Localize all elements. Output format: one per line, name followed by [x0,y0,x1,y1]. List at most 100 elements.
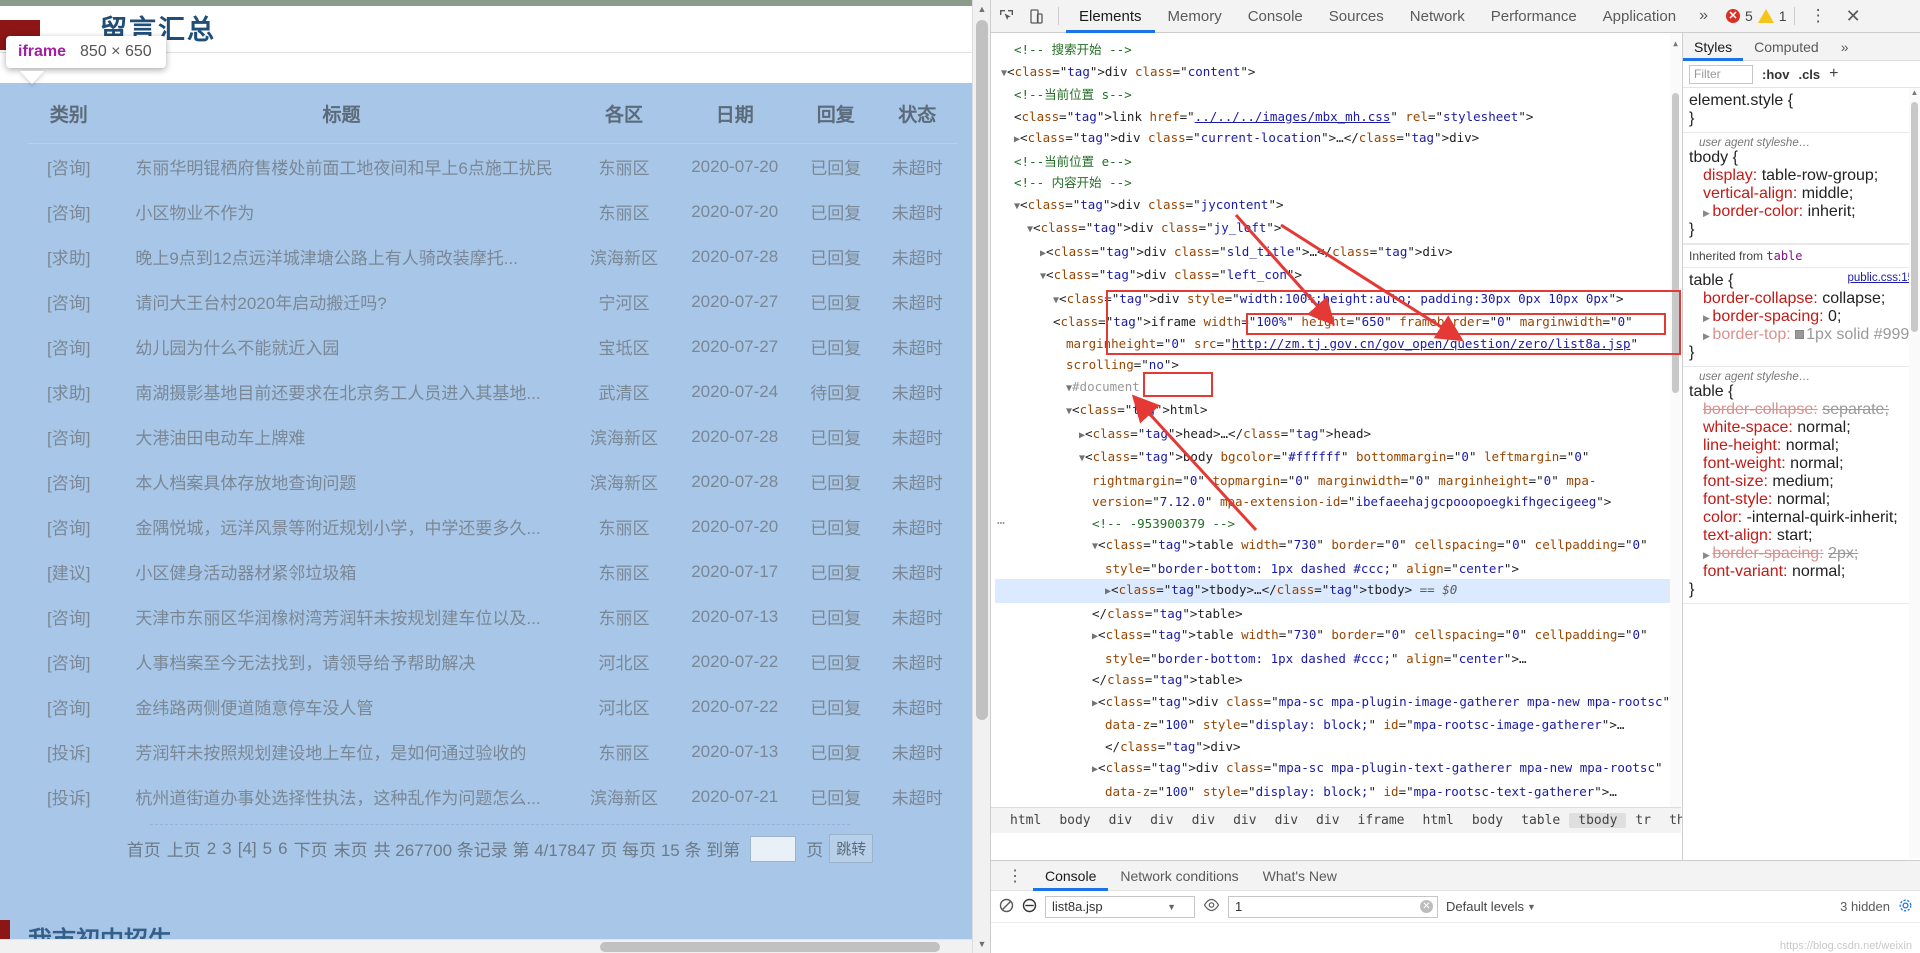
table-row[interactable]: [咨询] 东丽华明锟栖府售楼处前面工地夜间和早上6点施工扰民 东丽区 2020-07-… [28,144,958,190]
twisty-open-icon[interactable]: ▼ [1053,295,1059,306]
breadcrumb-tr[interactable]: tr [1626,813,1660,828]
tab-sources[interactable]: Sources [1316,0,1397,33]
dom-node-selected[interactable]: ▶<class="tag">tbody>…</class="tag">tbody… [995,579,1681,603]
dom-tree[interactable]: <!-- 搜索开始 --> ▼<class="tag">div class="co… [991,33,1681,833]
devtools-close-icon[interactable]: ✕ [1836,6,1871,27]
breadcrumb-body[interactable]: body [1050,813,1099,828]
dom-scrollbar-thumb[interactable] [1672,93,1679,393]
css-value[interactable]: start; [1777,527,1813,544]
css-declaration[interactable]: line-height: normal; [1689,437,1914,455]
css-value[interactable]: normal; [1792,563,1845,580]
styles-tab-strip[interactable]: Styles Computed » [1683,33,1920,61]
dom-node[interactable]: ▶<class="tag">head>…</class="tag">head> [995,423,1681,447]
tab-performance[interactable]: Performance [1478,0,1590,33]
iframe-src-link[interactable]: http://zm.tj.gov.cn/gov_open/question/ze… [1232,336,1631,351]
pager-page-2[interactable]: 2 [207,839,216,859]
css-declaration[interactable]: white-space: normal; [1689,419,1914,437]
table-row[interactable]: [咨询] 本人档案具体存放地查询问题 滨海新区 2020-07-28 已回复 未超时 [28,459,958,504]
new-style-rule-icon[interactable]: + [1829,65,1838,83]
css-value[interactable]: normal; [1777,491,1830,508]
css-value[interactable]: middle; [1802,185,1854,202]
css-value[interactable]: collapse; [1822,290,1885,307]
tab-computed[interactable]: Computed [1743,33,1830,61]
pager-page-4[interactable]: [4] [238,839,257,859]
twisty-closed-icon[interactable]: ▶ [1079,430,1085,441]
css-value[interactable]: separate; [1822,401,1889,418]
dom-scrollbar[interactable]: ▲ ▼ [1670,33,1681,833]
page-vertical-scrollbar[interactable]: ▲ ▼ [972,0,990,953]
css-value[interactable]: normal; [1790,455,1843,472]
dom-node[interactable]: <!-- 内容开始 --> [995,172,1681,194]
drawer-tab-whats-new[interactable]: What's New [1251,861,1349,891]
cell-title[interactable]: 金隅悦城，远洋风景等附近规划小学，中学还要多久... [109,504,573,549]
dom-node[interactable]: <!--当前位置 s--> [995,84,1681,106]
css-value[interactable]: table-row-group; [1762,167,1879,184]
table-row[interactable]: [投诉] 杭州道街道办事处选择性执法，这种乱作为问题怎么... 滨海新区 2020-0… [28,774,958,819]
breadcrumb-div[interactable]: div [1307,813,1348,828]
twisty-closed-icon[interactable]: ▶ [1092,764,1098,775]
drawer-tab-strip[interactable]: ⋮ Console Network conditions What's New [991,861,1920,891]
styles-tabs-overflow-icon[interactable]: » [1830,33,1860,61]
table-row[interactable]: [咨询] 人事档案至今无法找到，请领导给予帮助解决 河北区 2020-07-22 已回复… [28,639,958,684]
twisty-closed-icon[interactable]: ▶ [1105,586,1111,597]
devtools-settings-kebab-icon[interactable]: ⋮ [1802,6,1836,26]
dom-node[interactable]: <class="tag">iframe width="100%" height=… [995,311,1681,376]
expand-icon[interactable]: ▶ [1703,550,1712,560]
hov-toggle[interactable]: :hov [1762,67,1789,82]
cell-title[interactable]: 芳润轩未按照规划建设地上车位，是如何通过验收的 [109,729,573,774]
clear-filter-icon[interactable]: ✕ [1420,900,1433,913]
drawer-tab-console[interactable]: Console [1033,861,1108,891]
rule-selector[interactable]: element.style { [1689,92,1914,110]
dom-node[interactable]: <class="tag">link href="../../../images/… [995,106,1681,128]
css-declaration[interactable]: display: table-row-group; [1689,167,1914,185]
console-levels-select[interactable]: Default levels ▼ [1446,899,1536,914]
tab-memory[interactable]: Memory [1155,0,1235,33]
pager-page-5[interactable]: 5 [263,839,272,859]
breadcrumb[interactable]: html body div div div div div div iframe html body… [991,807,1685,833]
tab-styles[interactable]: Styles [1683,33,1743,61]
breadcrumb-table[interactable]: table [1512,813,1569,828]
css-value[interactable]: -internal-quirk-inherit; [1747,509,1898,526]
console-filter-input[interactable]: 1 ✕ [1228,895,1438,918]
rule-selector[interactable]: table {public.css:15 [1689,272,1914,290]
inherited-from-selector[interactable]: table [1766,249,1802,263]
dom-node[interactable]: <!--当前位置 e--> [995,151,1681,173]
twisty-closed-icon[interactable]: ▶ [1040,248,1046,259]
expand-icon[interactable]: ▶ [1703,208,1712,218]
expand-icon[interactable]: ▶ [1703,313,1712,323]
table-row[interactable]: [咨询] 小区物业不作为 东丽区 2020-07-20 已回复 未超时 [28,189,958,234]
css-value[interactable]: 0; [1828,308,1841,325]
hscrollbar-thumb[interactable] [600,942,940,952]
rule-selector[interactable]: tbody { [1689,149,1914,167]
scroll-up-icon[interactable]: ▲ [973,0,990,18]
cell-title[interactable]: 本人档案具体存放地查询问题 [109,459,573,504]
css-declaration[interactable]: ▶ border-color: inherit; [1689,203,1914,221]
table-row[interactable]: [咨询] 金隅悦城，远洋风景等附近规划小学，中学还要多久... 东丽区 2020-07… [28,504,958,549]
pagination[interactable]: 首页 上页 2 3 [4] 5 6 下页 末页共 267700 条记录 第 4/17847 页 … [127,834,874,863]
no-entry-icon[interactable] [1022,898,1037,916]
dom-scroll-up-icon[interactable]: ▲ [1670,33,1681,55]
table-row[interactable]: [咨询] 幼儿园为什么不能就近入园 宝坻区 2020-07-27 已回复 未超时 [28,324,958,369]
css-value[interactable]: normal; [1786,437,1839,454]
table-row[interactable]: [求助] 南湖摄影基地目前还要求在北京务工人员进入其基地... 武清区 2020-07… [28,369,958,414]
breadcrumb-html[interactable]: html [1414,813,1463,828]
twisty-open-icon[interactable]: ▼ [1014,201,1020,212]
tabs-overflow-icon[interactable]: » [1689,7,1718,25]
dom-node[interactable]: ▼<class="tag">div class="content"> [995,61,1681,85]
dom-node[interactable]: ▼<class="tag">div class="left_con"> [995,264,1681,288]
breadcrumb-html[interactable]: html [1001,813,1050,828]
breadcrumb-div[interactable]: div [1224,813,1265,828]
cell-title[interactable]: 晚上9点到12点远洋城津塘公路上有人骑改装摩托... [109,234,573,279]
dom-node[interactable]: <!-- 搜索开始 --> [995,39,1681,61]
dom-node[interactable]: </class="tag">table> [995,603,1681,625]
scrollbar-thumb[interactable] [976,20,988,720]
cell-title[interactable]: 杭州道街道办事处选择性执法，这种乱作为问题怎么... [109,774,573,819]
css-declaration[interactable]: font-style: normal; [1689,491,1914,509]
expand-icon[interactable]: ▶ [1703,331,1712,341]
cell-title[interactable]: 幼儿园为什么不能就近入园 [109,324,573,369]
breadcrumb-div[interactable]: div [1266,813,1307,828]
cell-title[interactable]: 南湖摄影基地目前还要求在北京务工人员进入其基地... [109,369,573,414]
css-value[interactable]: inherit; [1808,203,1856,220]
pager-go-button[interactable]: 跳转 [829,834,874,863]
css-value[interactable]: medium; [1772,473,1833,490]
